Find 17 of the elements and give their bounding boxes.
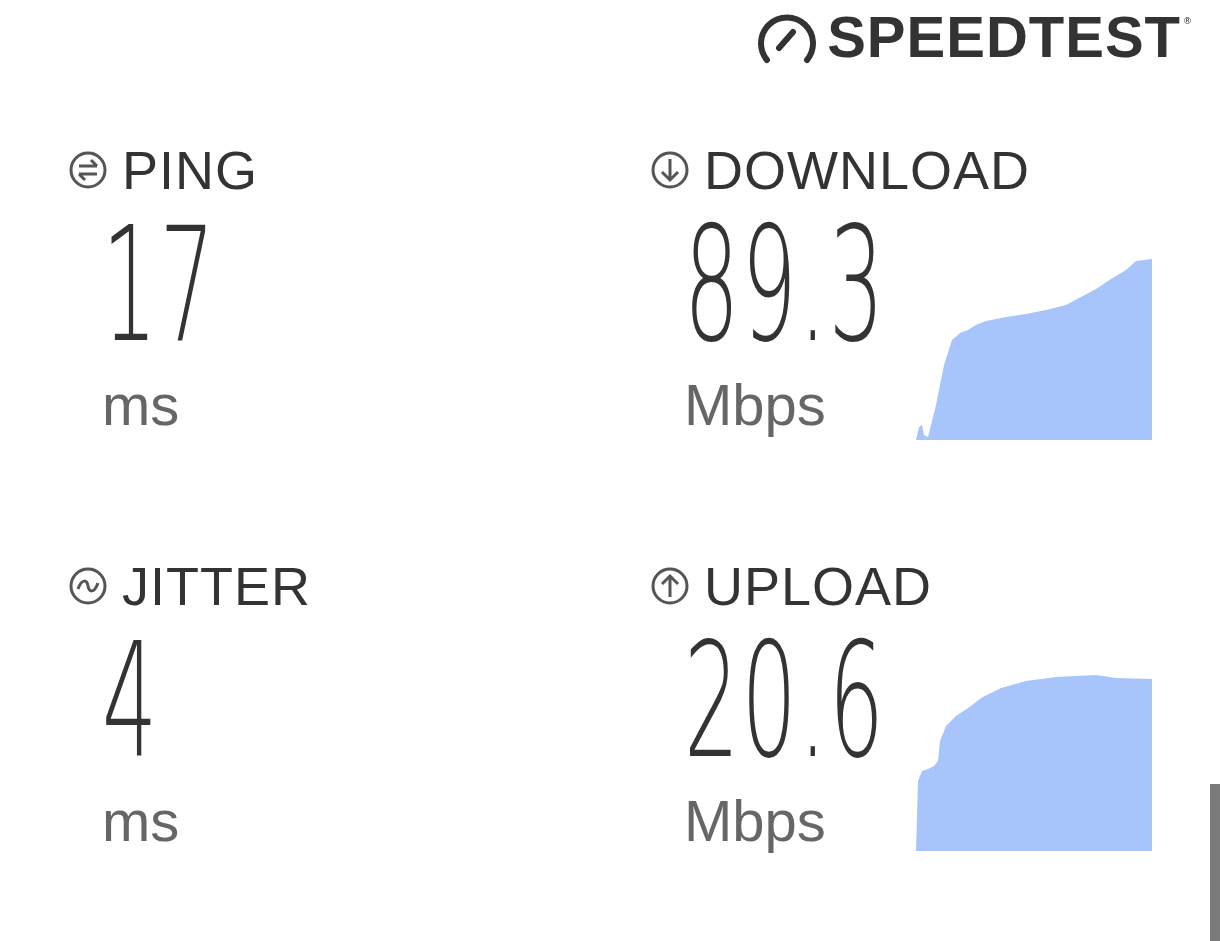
unit-label: Mbps xyxy=(684,787,827,855)
metric-value: 4 xyxy=(102,616,160,786)
metric-label: JITTER xyxy=(122,556,311,616)
metric-value: 17 xyxy=(102,200,217,370)
brand-name: SPEEDTEST xyxy=(827,6,1181,68)
registered-mark: ® xyxy=(1183,16,1192,26)
arrows-icon xyxy=(68,150,108,190)
wave-icon xyxy=(68,566,108,606)
metric-label: PING xyxy=(122,140,259,200)
unit-label: Mbps xyxy=(684,371,827,439)
metric-value: 20.6 xyxy=(684,616,887,786)
unit-label: ms xyxy=(102,371,181,439)
metric-value: 89.3 xyxy=(684,200,887,370)
metric-label: UPLOAD xyxy=(704,556,933,616)
metric-label: DOWNLOAD xyxy=(704,140,1030,200)
scrollbar[interactable] xyxy=(1210,784,1220,941)
unit-label: ms xyxy=(102,787,181,855)
